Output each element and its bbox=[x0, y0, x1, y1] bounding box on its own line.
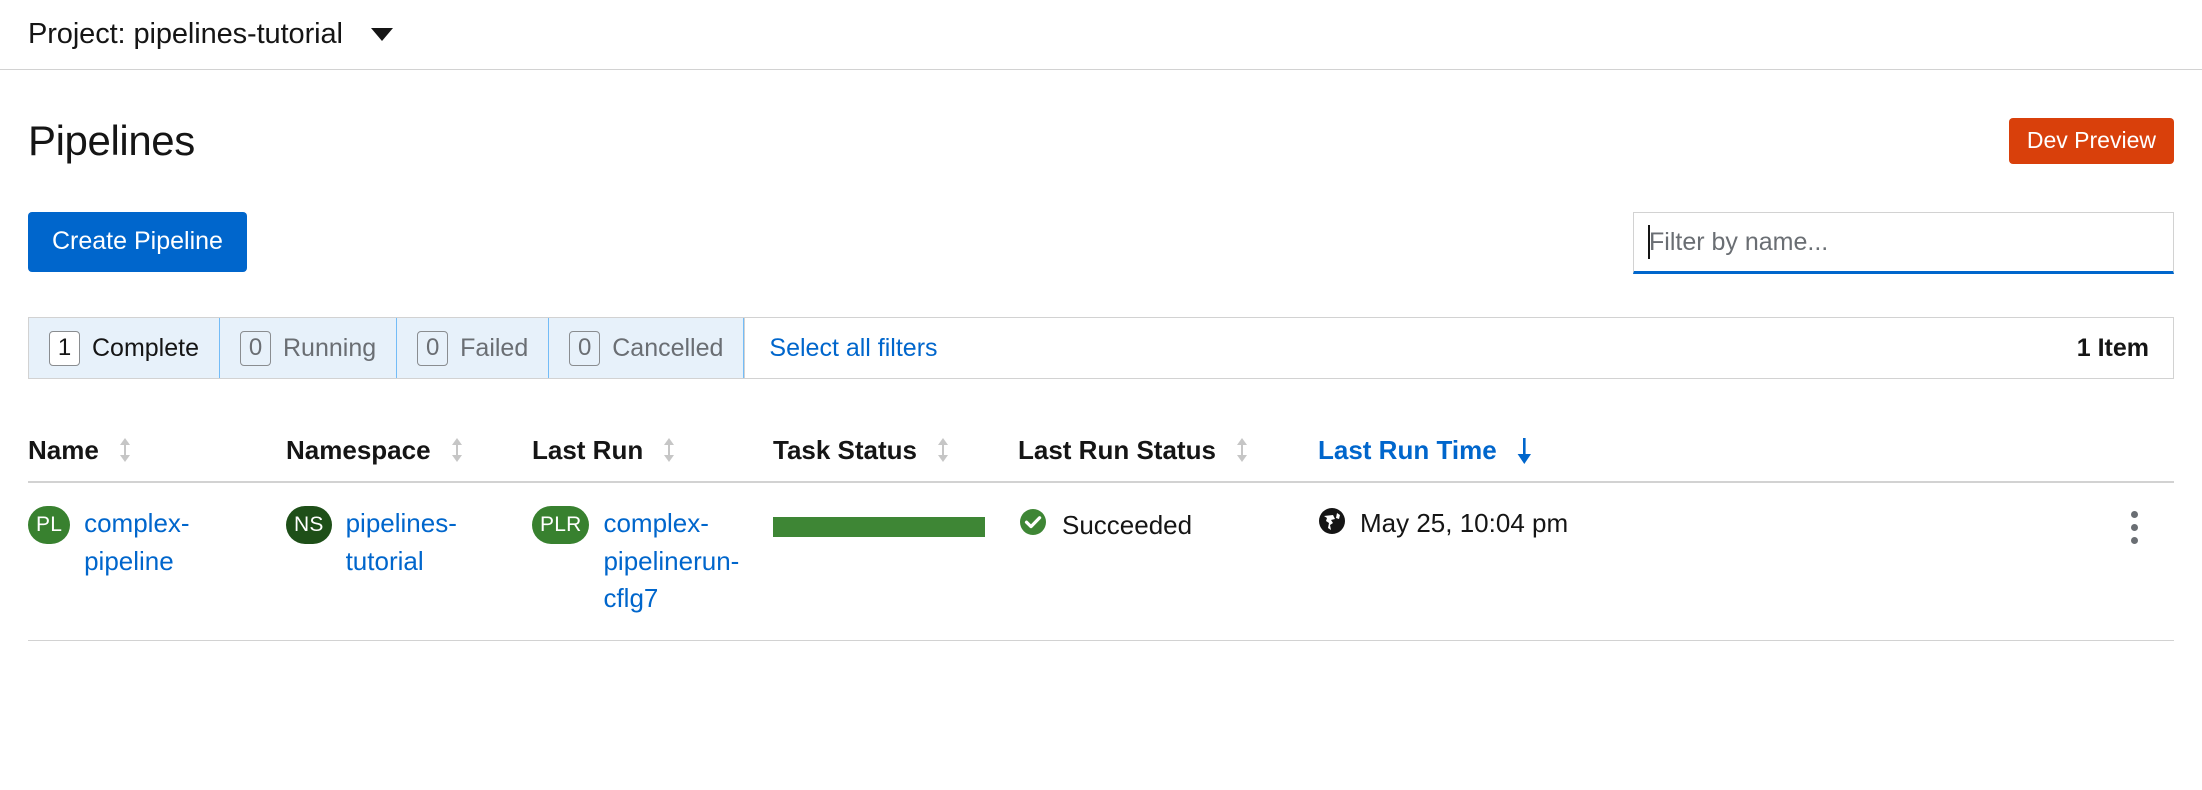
pipelines-table: Name Namespace Last Run Task Status Last… bbox=[28, 419, 2174, 642]
page-title: Pipelines bbox=[28, 117, 195, 164]
kebab-menu-icon[interactable] bbox=[2114, 507, 2154, 547]
check-circle-icon bbox=[1018, 507, 1048, 544]
project-selector[interactable]: Project: pipelines-tutorial bbox=[28, 18, 393, 51]
filter-label-complete: Complete bbox=[92, 333, 199, 362]
chevron-down-icon[interactable] bbox=[370, 28, 393, 41]
create-pipeline-button[interactable]: Create Pipeline bbox=[28, 212, 247, 272]
column-header-last-run-time[interactable]: Last Run Time bbox=[1318, 435, 2114, 466]
pipelinerun-badge-icon: PLR bbox=[532, 506, 590, 544]
column-header-last-run-label: Last Run bbox=[532, 434, 644, 465]
filter-label-running: Running bbox=[283, 333, 377, 362]
kebab-dot bbox=[2130, 510, 2138, 518]
filter-bar-spacer bbox=[938, 318, 2077, 378]
filter-count-failed: 0 bbox=[417, 330, 449, 366]
task-status-progress-bar bbox=[773, 517, 985, 537]
column-header-last-run[interactable]: Last Run bbox=[532, 435, 773, 466]
filter-by-name-input[interactable] bbox=[1633, 212, 2174, 274]
kebab-dot bbox=[2130, 536, 2138, 544]
kebab-dot bbox=[2130, 523, 2138, 531]
filter-label-cancelled: Cancelled bbox=[612, 333, 724, 362]
cell-last-run-status: Succeeded bbox=[1018, 505, 1318, 544]
table-row[interactable]: PL complex-pipeline NS pipelines-tutoria… bbox=[28, 483, 2174, 642]
filter-toggle-failed[interactable]: 0 Failed bbox=[397, 318, 550, 378]
filter-label-failed: Failed bbox=[460, 333, 529, 362]
cell-namespace: NS pipelines-tutorial bbox=[286, 505, 532, 580]
filter-count-running: 0 bbox=[240, 330, 271, 366]
dev-preview-badge: Dev Preview bbox=[2008, 118, 2174, 164]
last-run-time-label: May 25, 10:04 pm bbox=[1360, 507, 1569, 538]
cell-last-run-time: May 25, 10:04 pm bbox=[1318, 505, 2114, 539]
cell-last-run: PLR complex-pipelinerun-cflg7 bbox=[532, 505, 773, 618]
select-all-filters-link[interactable]: Select all filters bbox=[745, 318, 937, 378]
sort-icon[interactable] bbox=[661, 436, 677, 464]
pipelinerun-link[interactable]: complex-pipelinerun-cflg7 bbox=[603, 505, 763, 618]
sort-icon[interactable] bbox=[935, 436, 951, 464]
column-header-last-run-time-label: Last Run Time bbox=[1318, 434, 1497, 465]
text-cursor bbox=[1648, 225, 1650, 259]
globe-icon bbox=[1318, 507, 1346, 539]
column-header-last-run-status[interactable]: Last Run Status bbox=[1018, 435, 1318, 466]
sort-icon[interactable] bbox=[1234, 436, 1250, 464]
column-header-name-label: Name bbox=[28, 434, 99, 465]
cell-name: PL complex-pipeline bbox=[28, 505, 286, 580]
filter-toggle-cancelled[interactable]: 0 Cancelled bbox=[549, 318, 745, 378]
column-header-task-status-label: Task Status bbox=[773, 434, 918, 465]
status-filter-bar: 1 Complete 0 Running 0 Failed 0 Cancelle… bbox=[28, 317, 2174, 379]
sort-icon[interactable] bbox=[117, 436, 133, 464]
column-header-namespace-label: Namespace bbox=[286, 434, 431, 465]
filter-toggle-running[interactable]: 0 Running bbox=[220, 318, 398, 378]
sort-icon[interactable] bbox=[449, 436, 465, 464]
filter-count-cancelled: 0 bbox=[569, 330, 601, 366]
column-header-namespace[interactable]: Namespace bbox=[286, 435, 532, 466]
pipeline-badge-icon: PL bbox=[28, 506, 71, 544]
column-header-task-status[interactable]: Task Status bbox=[773, 435, 1018, 466]
page-header: Pipelines Dev Preview bbox=[0, 112, 2202, 170]
column-header-name[interactable]: Name bbox=[28, 435, 286, 466]
last-run-status-label: Succeeded bbox=[1062, 510, 1193, 540]
project-selector-label: Project: pipelines-tutorial bbox=[28, 18, 343, 50]
toolbar: Create Pipeline bbox=[0, 212, 2202, 274]
cell-actions bbox=[2114, 505, 2174, 547]
project-bar: Project: pipelines-tutorial bbox=[0, 0, 2202, 70]
namespace-link[interactable]: pipelines-tutorial bbox=[346, 505, 522, 580]
item-count-label: 1 Item bbox=[2076, 333, 2149, 362]
pipeline-name-link[interactable]: complex-pipeline bbox=[84, 505, 276, 580]
filter-count-complete: 1 bbox=[49, 330, 80, 366]
cell-task-status bbox=[773, 505, 1018, 537]
namespace-badge-icon: NS bbox=[286, 506, 332, 544]
column-header-last-run-status-label: Last Run Status bbox=[1018, 434, 1216, 465]
sort-desc-icon[interactable] bbox=[1515, 436, 1531, 464]
table-header-row: Name Namespace Last Run Task Status Last… bbox=[28, 419, 2174, 483]
filter-by-name-wrapper bbox=[1633, 212, 2174, 274]
filter-toggle-complete[interactable]: 1 Complete bbox=[29, 318, 220, 378]
status-toggle-group: 1 Complete 0 Running 0 Failed 0 Cancelle… bbox=[29, 318, 746, 378]
